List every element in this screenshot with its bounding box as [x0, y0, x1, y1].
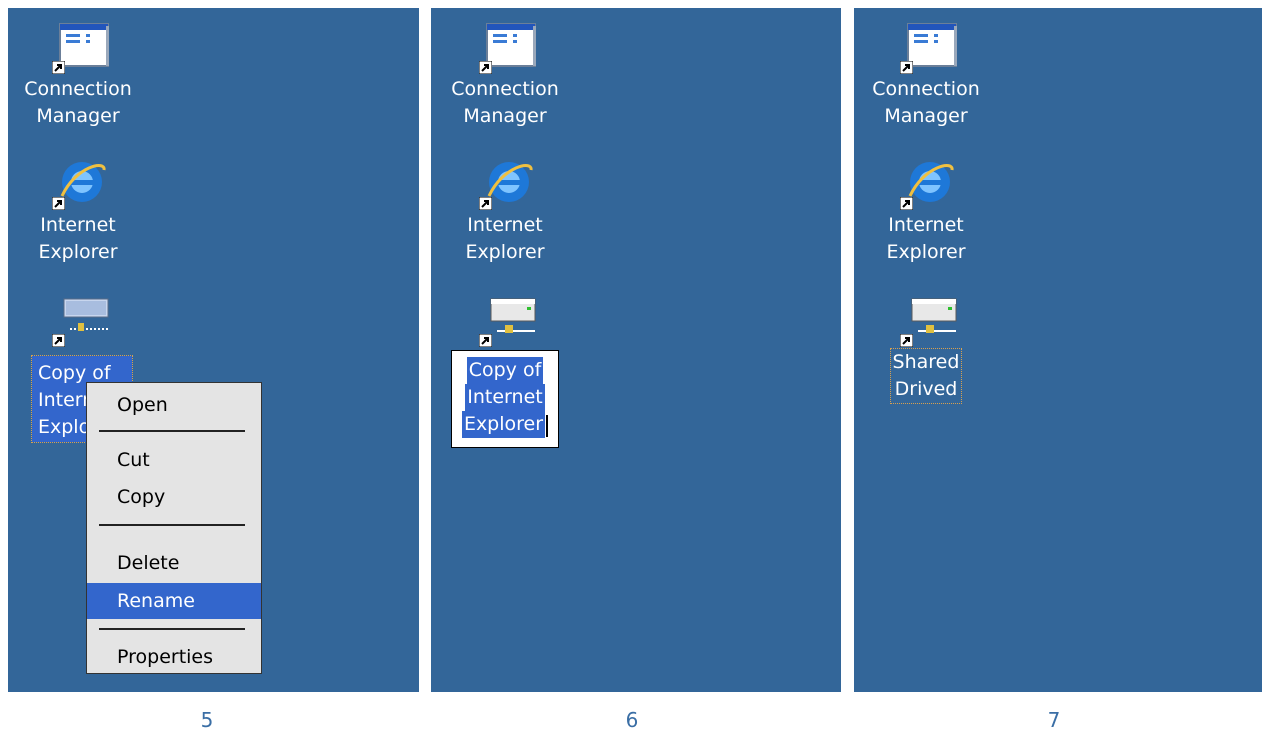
- internet-explorer-label: Internet Explorer: [465, 214, 545, 263]
- internet-explorer-label: Internet Explorer: [38, 214, 118, 263]
- menu-item-cut[interactable]: Cut: [87, 442, 261, 478]
- desktop-panel-6: Connection Manager Internet Explorer Cop…: [431, 8, 841, 692]
- connection-manager-icon: [473, 20, 537, 76]
- menu-separator: [99, 430, 245, 432]
- step-label-5: 5: [200, 708, 214, 732]
- network-drive-icon: [894, 293, 958, 349]
- connection-manager-icon: [46, 20, 110, 76]
- menu-item-delete[interactable]: Delete: [87, 545, 261, 581]
- shortcut-arrow-icon: [479, 334, 492, 347]
- menu-separator: [99, 524, 245, 526]
- context-menu: Open Cut Copy Delete Rename Properties: [86, 382, 262, 674]
- menu-item-open[interactable]: Open: [87, 387, 261, 423]
- connection-manager-shortcut[interactable]: Connection Manager: [435, 20, 575, 130]
- connection-manager-icon: [894, 20, 958, 76]
- network-drive-icon: [473, 293, 537, 349]
- internet-explorer-icon: [894, 156, 958, 212]
- text-caret: [546, 414, 549, 437]
- internet-explorer-icon: [473, 156, 537, 212]
- connection-manager-label: Connection Manager: [24, 78, 132, 127]
- shortcut-arrow-icon: [479, 197, 492, 210]
- rename-line-1: Copy of: [466, 357, 544, 384]
- rename-line-3: Explorer: [461, 411, 546, 438]
- internet-explorer-shortcut[interactable]: Internet Explorer: [8, 156, 148, 266]
- internet-explorer-shortcut[interactable]: Internet Explorer: [435, 156, 575, 266]
- internet-explorer-icon: [46, 156, 110, 212]
- copy-of-internet-explorer-shortcut[interactable]: [8, 293, 148, 349]
- menu-item-properties[interactable]: Properties: [87, 639, 261, 675]
- internet-explorer-shortcut[interactable]: Internet Explorer: [856, 156, 996, 266]
- desktop-panel-7: Connection Manager Internet Explorer Sha…: [854, 8, 1262, 692]
- connection-manager-shortcut[interactable]: Connection Manager: [8, 20, 148, 130]
- shortcut-arrow-icon: [52, 61, 65, 74]
- internet-explorer-label: Internet Explorer: [886, 214, 966, 263]
- connection-manager-label: Connection Manager: [451, 78, 559, 127]
- connection-manager-shortcut[interactable]: Connection Manager: [856, 20, 996, 130]
- step-label-6: 6: [625, 708, 639, 732]
- menu-item-copy[interactable]: Copy: [87, 479, 261, 515]
- rename-line-2: Internet: [465, 384, 545, 411]
- shortcut-arrow-icon: [900, 197, 913, 210]
- step-label-7: 7: [1047, 708, 1061, 732]
- shortcut-arrow-icon: [52, 197, 65, 210]
- connection-manager-label: Connection Manager: [872, 78, 980, 127]
- rename-edit-box[interactable]: Copy of Internet Explorer: [451, 350, 559, 448]
- desktop-panel-5: Connection Manager Internet Explorer Cop…: [8, 8, 419, 692]
- network-drive-icon: [46, 293, 110, 349]
- menu-separator: [99, 628, 245, 630]
- menu-item-rename[interactable]: Rename: [87, 583, 261, 619]
- shared-drived-label: Shared Drived: [889, 348, 963, 404]
- shortcut-arrow-icon: [52, 334, 65, 347]
- copy-of-internet-explorer-shortcut[interactable]: [435, 293, 575, 349]
- shared-drived-shortcut[interactable]: Shared Drived: [856, 293, 996, 404]
- shortcut-arrow-icon: [479, 61, 492, 74]
- shortcut-arrow-icon: [900, 61, 913, 74]
- shortcut-arrow-icon: [900, 334, 913, 347]
